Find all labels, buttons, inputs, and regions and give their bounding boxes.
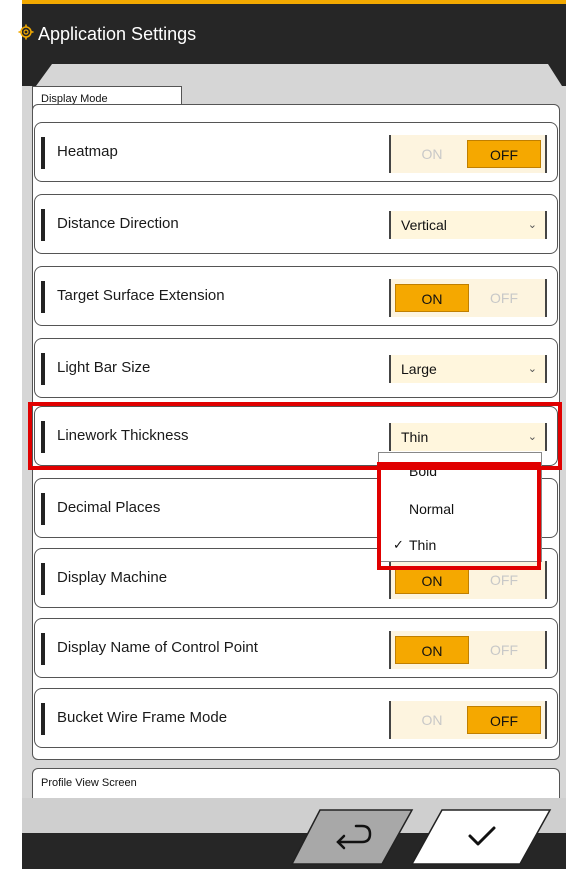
heatmap-toggle[interactable]: ON OFF (389, 135, 547, 173)
display-machine-toggle[interactable]: ON OFF (389, 561, 547, 599)
setting-label: Heatmap (57, 143, 118, 160)
app-frame: Application Settings Display Mode Heatma… (18, 0, 566, 869)
toggle-off[interactable]: OFF (467, 284, 541, 312)
chevron-down-icon: ⌄ (527, 431, 537, 443)
setting-row-bucket-wire-frame-mode: Bucket Wire Frame Mode ON OFF (34, 688, 558, 748)
page-title: Application Settings (38, 24, 197, 44)
option-label: Normal (409, 501, 455, 517)
toggle-off[interactable]: OFF (467, 140, 541, 168)
toggle-off[interactable]: OFF (467, 566, 541, 594)
target-surface-extension-toggle[interactable]: ON OFF (389, 279, 547, 317)
section-title: Profile View Screen (41, 777, 137, 789)
toggle-on[interactable]: ON (395, 706, 469, 734)
confirm-button[interactable] (410, 808, 552, 866)
checkmark-icon: ✓ (393, 537, 404, 552)
row-marker (41, 353, 45, 385)
setting-row-display-name-control-point: Display Name of Control Point ON OFF (34, 618, 558, 678)
chevron-down-icon: ⌄ (527, 363, 537, 375)
row-marker (41, 493, 45, 525)
row-marker (41, 563, 45, 595)
linework-thickness-select[interactable]: Thin ⌄ (389, 423, 547, 451)
setting-label: Target Surface Extension (57, 287, 225, 304)
row-marker (41, 703, 45, 735)
setting-row-heatmap: Heatmap ON OFF (34, 122, 558, 182)
dropdown-option-bold[interactable]: Bold (379, 453, 543, 489)
back-button[interactable] (290, 808, 414, 866)
setting-label: Decimal Places (57, 499, 161, 516)
bucket-wire-frame-mode-toggle[interactable]: ON OFF (389, 701, 547, 739)
row-marker (41, 137, 45, 169)
light-bar-size-select[interactable]: Large ⌄ (389, 355, 547, 383)
header-decoration (22, 58, 566, 86)
select-value: Vertical (401, 217, 447, 233)
select-value: Thin (401, 429, 429, 445)
toggle-off[interactable]: OFF (467, 636, 541, 664)
section-tab-profile-view: Profile View Screen (32, 768, 560, 798)
row-marker (41, 281, 45, 313)
toggle-on[interactable]: ON (395, 284, 469, 312)
linework-thickness-dropdown: Bold Normal ✓ Thin (378, 452, 542, 562)
setting-label: Light Bar Size (57, 359, 151, 376)
row-marker (41, 421, 45, 453)
row-marker (41, 633, 45, 665)
setting-label: Linework Thickness (57, 427, 189, 444)
gear-icon (18, 24, 34, 40)
setting-row-target-surface-extension: Target Surface Extension ON OFF (34, 266, 558, 326)
setting-row-light-bar-size: Light Bar Size Large ⌄ (34, 338, 558, 398)
distance-direction-select[interactable]: Vertical ⌄ (389, 211, 547, 239)
setting-label: Display Name of Control Point (57, 639, 258, 656)
setting-label: Bucket Wire Frame Mode (57, 709, 228, 726)
display-name-control-point-toggle[interactable]: ON OFF (389, 631, 547, 669)
select-value: Large (401, 361, 437, 377)
dropdown-option-thin[interactable]: ✓ Thin (379, 527, 543, 563)
chevron-down-icon: ⌄ (527, 219, 537, 231)
setting-row-distance-direction: Distance Direction Vertical ⌄ (34, 194, 558, 254)
setting-label: Distance Direction (57, 215, 179, 232)
option-label: Thin (409, 537, 437, 553)
dropdown-option-normal[interactable]: Normal (379, 491, 543, 527)
toggle-on[interactable]: ON (395, 140, 469, 168)
header-bar: Application Settings (18, 0, 566, 62)
toggle-on[interactable]: ON (395, 636, 469, 664)
toggle-off[interactable]: OFF (467, 706, 541, 734)
setting-label: Display Machine (57, 569, 168, 586)
option-label: Bold (409, 463, 438, 479)
toggle-on[interactable]: ON (395, 566, 469, 594)
row-marker (41, 209, 45, 241)
